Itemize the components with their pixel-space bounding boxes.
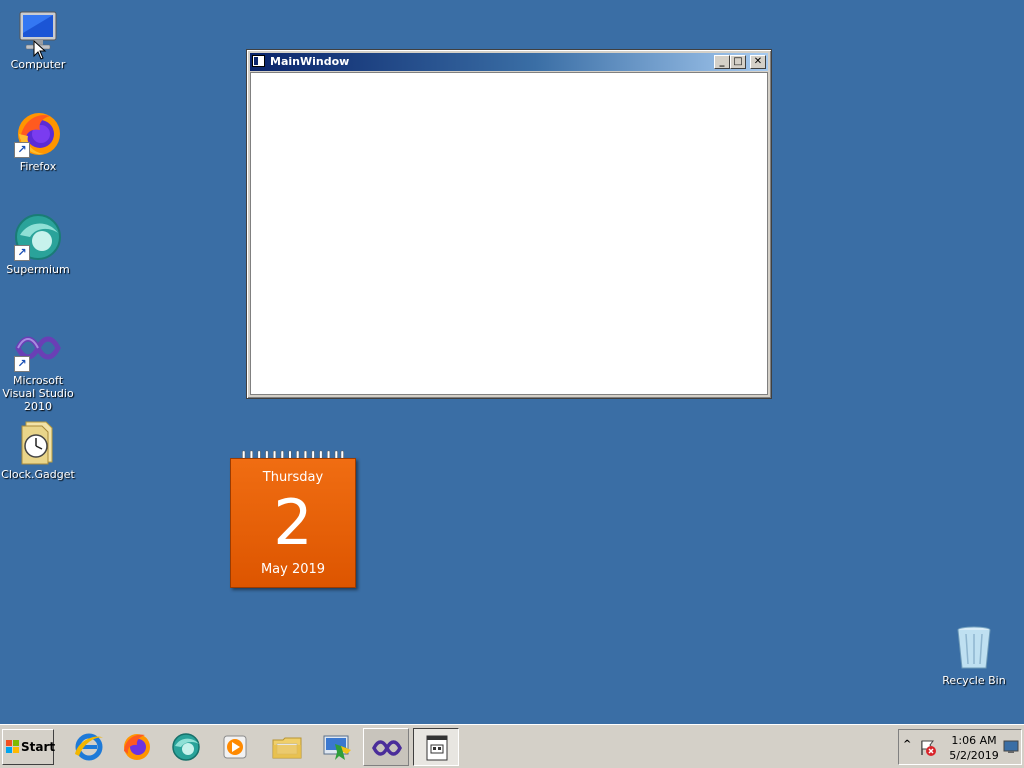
desktop-icon-label: Microsoft Visual Studio 2010 [2, 374, 74, 413]
taskbar-item-internet-explorer[interactable] [66, 728, 112, 766]
window-title: MainWindow [270, 55, 350, 68]
internet-explorer-icon [75, 733, 103, 761]
taskbar-item-firefox[interactable] [114, 728, 160, 766]
close-icon: ✕ [753, 56, 763, 67]
close-button[interactable]: ✕ [750, 55, 766, 69]
calendar-day-number: 2 [273, 486, 313, 559]
clock-date[interactable]: 5/2/2019 [943, 749, 1005, 762]
show-desktop-icon[interactable] [1003, 740, 1019, 754]
clock-gadget-icon [14, 418, 62, 466]
desktop-icon-label: Recycle Bin [942, 674, 1006, 687]
desktop-icon-visual-studio[interactable]: ↗ Microsoft Visual Studio 2010 [0, 324, 76, 413]
start-button[interactable]: Start [2, 729, 56, 765]
taskbar-item-media-player[interactable] [212, 728, 258, 766]
desktop-icon-label: Clock.Gadget [1, 468, 75, 481]
window-titlebar[interactable]: MainWindow _ □ ✕ [250, 53, 768, 71]
windows-flag-icon [6, 740, 19, 753]
calendar-page: Thursday 2 May 2019 [230, 458, 356, 588]
maximize-icon: □ [733, 56, 743, 67]
window-client-area[interactable] [250, 72, 768, 395]
firefox-icon: ↗ [14, 110, 62, 158]
desktop-icon-firefox[interactable]: ↗ Firefox [0, 110, 76, 173]
calendar-gadget[interactable]: Thursday 2 May 2019 [230, 450, 356, 588]
system-tray: ^ 1:06 AM 5/2/2019 [898, 729, 1022, 765]
taskbar-item-mainwindow[interactable] [413, 728, 459, 766]
taskbar-item-visual-studio[interactable] [363, 728, 409, 766]
start-label: Start [21, 740, 56, 754]
calendar-day-of-week: Thursday [262, 470, 324, 485]
shortcut-arrow-icon: ↗ [14, 142, 30, 158]
control-panel-icon [323, 735, 351, 760]
media-player-icon [223, 735, 247, 759]
desktop-icon-recycle-bin[interactable]: Recycle Bin [936, 624, 1012, 687]
taskbar-item-control-panel[interactable] [314, 728, 360, 766]
main-window[interactable]: MainWindow _ □ ✕ [246, 49, 772, 399]
maximize-button[interactable]: □ [730, 55, 746, 69]
desktop-icon-label: Supermium [6, 263, 70, 276]
minimize-button[interactable]: _ [714, 55, 730, 69]
visual-studio-icon: ↗ [14, 324, 62, 372]
minimize-icon: _ [719, 56, 725, 67]
shortcut-arrow-icon: ↗ [14, 245, 30, 261]
show-hidden-icons-button[interactable]: ^ [903, 739, 911, 750]
desktop-icon-supermium[interactable]: ↗ Supermium [0, 213, 76, 276]
desktop: Computer ↗ Firefox ↗ Supermium ↗ Microso… [0, 0, 1024, 724]
supermium-icon: ↗ [14, 213, 62, 261]
action-center-flag-icon[interactable] [919, 739, 937, 757]
file-explorer-icon [272, 737, 302, 759]
window-app-icon[interactable] [252, 55, 265, 67]
recycle-bin-icon [950, 624, 998, 672]
calendar-month-year: May 2019 [260, 562, 326, 577]
taskbar-item-file-explorer[interactable] [264, 728, 310, 766]
mouse-pointer-icon [33, 40, 47, 60]
desktop-icon-label: Firefox [19, 160, 57, 173]
clock-time[interactable]: 1:06 AM [943, 734, 1005, 747]
desktop-icon-clock-gadget[interactable]: Clock.Gadget [0, 418, 76, 481]
application-window-icon [426, 735, 448, 761]
supermium-icon [172, 733, 200, 761]
firefox-icon [124, 734, 150, 760]
taskbar: Start ^ 1:06 AM 5/2/2019 [0, 724, 1024, 768]
shortcut-arrow-icon: ↗ [14, 356, 30, 372]
taskbar-item-supermium[interactable] [163, 728, 209, 766]
visual-studio-icon [372, 740, 402, 756]
